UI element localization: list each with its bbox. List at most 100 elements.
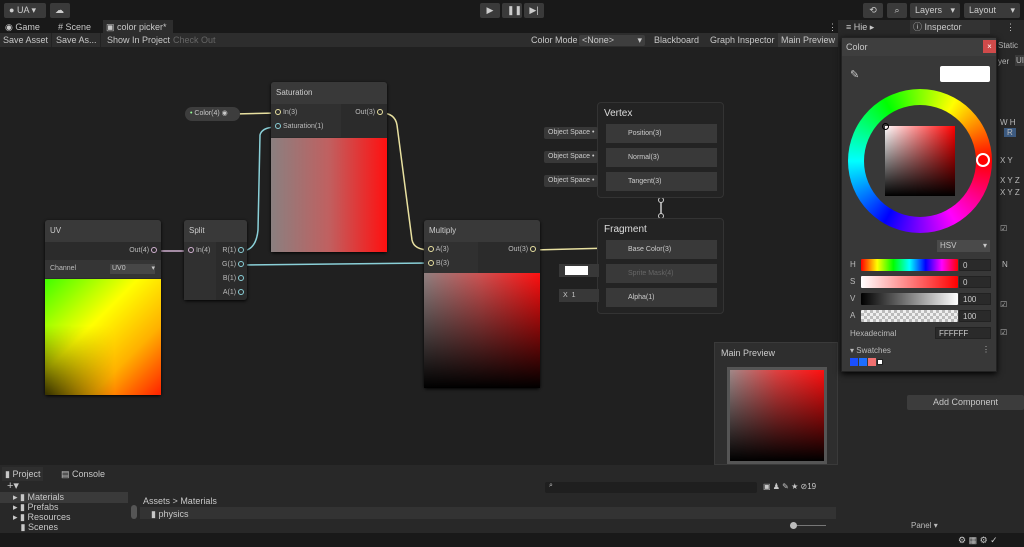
eyedropper-icon[interactable]: ✎ [850,68,859,81]
breadcrumb-materials[interactable]: Materials [180,496,217,506]
port-b[interactable]: B(1) [223,273,244,285]
slot-normal[interactable]: Normal(3) [606,148,717,167]
search-button[interactable]: ⌕ [887,3,907,18]
layers-dropdown[interactable]: Layers ▾ [910,3,960,18]
s-value-input[interactable]: 0 [959,276,991,288]
space-label: Object Space [548,177,591,184]
xy-label: X Y [1000,156,1013,165]
static-label: Static [998,41,1019,50]
connector-handle-top [658,197,664,203]
v-value-input[interactable]: 100 [959,293,991,305]
checkbox-3[interactable]: ☑ [1000,328,1007,337]
port-in[interactable]: In(4) [188,245,210,257]
folder-scenes[interactable]: ▮ Scenes [10,522,61,533]
history-button[interactable]: ⟲ [863,3,883,18]
port-label: A(1) [222,289,237,296]
swatches-foldout[interactable]: ▾ Swatches [850,346,891,355]
block-title: Fragment [604,224,647,235]
hue-handle[interactable] [976,153,990,167]
v-slider[interactable] [861,293,958,305]
port-out[interactable]: Out(3) [508,244,536,256]
inspector-menu-icon[interactable]: ⋮ [1003,20,1018,34]
port-b[interactable]: B(3) [428,258,449,270]
port-a[interactable]: A(3) [428,244,449,256]
s-label: S [850,277,856,286]
tab-hierarchy[interactable]: ≡ Hie ▸ [843,20,877,34]
color-model-dropdown[interactable]: HSV ▾ [937,240,990,252]
channel-value: UV0 [112,265,126,272]
layer-dropdown[interactable]: UI [1015,55,1024,66]
tab-label: Console [72,469,106,479]
close-button[interactable]: × [983,40,996,53]
channel-dropdown[interactable]: UV0 ▾ [110,264,155,274]
v-label: V [850,294,856,303]
asset-physics[interactable]: ▮ physics [148,507,191,521]
port-label: R(1) [222,247,237,254]
port-label: A(3) [435,246,449,253]
tab-console[interactable]: ▤ Console [58,467,108,481]
folder-label: Scenes [27,522,58,532]
main-preview-panel[interactable]: Main Preview [714,342,838,465]
port-out[interactable]: Out(4) [129,245,157,257]
port-saturation[interactable]: Saturation(1) [275,121,323,133]
normal-space-field[interactable]: Object Space • [544,151,599,163]
h-slider[interactable] [861,259,958,271]
a-value-input[interactable]: 100 [959,310,991,322]
zoom-slider[interactable] [790,522,826,529]
swatch[interactable] [859,358,867,366]
folder-icon: ▮ [5,469,10,479]
saturation-preview [271,138,387,252]
slot-base-color[interactable]: Base Color(3) [606,240,717,259]
port-g[interactable]: G(1) [222,259,244,271]
status-icons[interactable]: ⚙ ▦ ⚙ ✓ [955,533,1001,547]
saturation-node[interactable]: Saturation In(3) Saturation(1) Out(3) [271,82,387,252]
raw-edit-button[interactable]: R [1004,128,1016,137]
s-slider[interactable] [861,276,958,288]
tab-label: Project [12,469,41,479]
breadcrumb-assets[interactable]: Assets [143,496,170,506]
xyz-label-2: X Y Z [1000,188,1020,197]
sv-square[interactable] [885,126,955,196]
breadcrumb: Assets > Materials [140,494,220,508]
port-in[interactable]: In(3) [275,107,297,119]
hex-input[interactable]: FFFFFF [935,327,991,339]
port-r[interactable]: R(1) [222,245,244,257]
split-node[interactable]: Split In(4) R(1) G(1) B(1) A(1) [184,220,247,300]
slot-position[interactable]: Position(3) [606,124,717,143]
add-component-button[interactable]: Add Component [907,395,1024,410]
port-label: Out(3) [508,246,529,253]
zoom-slider-handle[interactable] [790,522,797,529]
color-property-node[interactable]: • Color(4) ◉ [185,107,240,121]
port-a[interactable]: A(1) [223,287,244,299]
uv-node[interactable]: UV Out(4) Channel UV0 ▾ [45,220,161,395]
add-swatch-button[interactable] [877,359,883,365]
slot-sprite-mask[interactable]: Sprite Mask(4) [606,264,717,283]
history-icon: ⟲ [869,5,877,15]
create-button[interactable]: +▾ [4,479,22,493]
panel-dropdown[interactable]: Panel ▾ [911,521,938,530]
project-search-input[interactable]: ⌕ [545,482,757,493]
swatches-menu-icon[interactable]: ⋮ [982,345,990,354]
h-value-input[interactable]: 0 [959,259,991,271]
checkbox-2[interactable]: ☑ [1000,300,1007,309]
tangent-space-field[interactable]: Object Space • [544,175,599,187]
hidden-count: 19 [807,482,817,491]
checkbox[interactable]: ☑ [1000,224,1007,233]
multiply-node[interactable]: Multiply A(3) B(3) Out(3) [424,220,540,388]
position-space-field[interactable]: Object Space • [544,127,599,139]
a-label: A [850,311,856,320]
slot-tangent[interactable]: Tangent(3) [606,172,717,191]
slot-alpha[interactable]: Alpha(1) [606,288,717,307]
sprite-mask-color-field[interactable] [559,264,599,277]
sv-handle[interactable] [882,123,889,130]
layout-dropdown[interactable]: Layout ▾ [964,3,1020,18]
swatch[interactable] [868,358,876,366]
a-slider[interactable] [861,310,958,322]
swatch[interactable] [850,358,858,366]
multiply-preview [424,273,540,388]
filter-icons[interactable]: ▣ ♟ ✎ ★ ⊘19 [760,480,819,494]
tab-inspector[interactable]: ⓘ Inspector [910,20,990,34]
tree-scrollbar[interactable] [131,505,137,519]
alpha-value-field[interactable]: X 1 [559,289,599,302]
port-out[interactable]: Out(3) [355,107,383,119]
